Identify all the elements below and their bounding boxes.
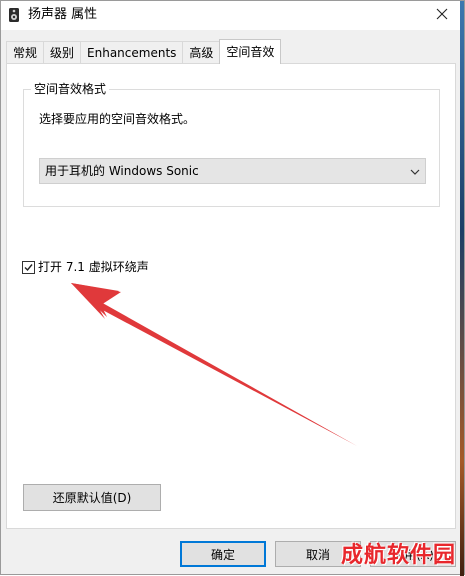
- chevron-down-icon: [409, 166, 421, 178]
- virtual-surround-checkbox[interactable]: [22, 260, 35, 274]
- group-description: 选择要应用的空间音效格式。: [39, 112, 196, 126]
- virtual-surround-option[interactable]: 打开 7.1 虚拟环绕声: [22, 259, 149, 275]
- window-title: 扬声器 属性: [28, 7, 98, 22]
- title-bar[interactable]: 扬声器 属性: [1, 1, 464, 30]
- watermark-text: 成航软件园: [340, 542, 456, 568]
- tab-advanced[interactable]: 高级: [182, 41, 221, 63]
- tab-levels[interactable]: 级别: [43, 41, 82, 63]
- desktop-background-edge: [460, 1, 464, 576]
- select-value: 用于耳机的 Windows Sonic: [45, 164, 199, 178]
- restore-defaults-button[interactable]: 还原默认值(D): [23, 484, 161, 511]
- virtual-surround-label[interactable]: 打开 7.1 虚拟环绕声: [38, 259, 149, 275]
- tab-spatial-sound[interactable]: 空间音效: [219, 39, 282, 64]
- spatial-format-select[interactable]: 用于耳机的 Windows Sonic: [39, 158, 426, 184]
- tab-panel-spatial-sound: 空间音效格式 选择要应用的空间音效格式。 用于耳机的 Windows Sonic…: [6, 63, 456, 529]
- tab-strip: 常规 级别 Enhancements 高级 空间音效: [6, 39, 282, 64]
- spatial-sound-format-group: 空间音效格式 选择要应用的空间音效格式。 用于耳机的 Windows Sonic: [23, 81, 440, 207]
- tab-general[interactable]: 常规: [6, 41, 45, 63]
- tab-enhancements[interactable]: Enhancements: [80, 41, 184, 63]
- close-button[interactable]: [420, 1, 464, 30]
- close-icon: [436, 8, 448, 23]
- ok-button[interactable]: 确定: [180, 541, 266, 567]
- group-title: 空间音效格式: [31, 81, 110, 97]
- speaker-icon: [8, 7, 20, 23]
- properties-window: 扬声器 属性 常规 级别 Enhancements 高级 空间音效 空间音效格式…: [0, 0, 465, 576]
